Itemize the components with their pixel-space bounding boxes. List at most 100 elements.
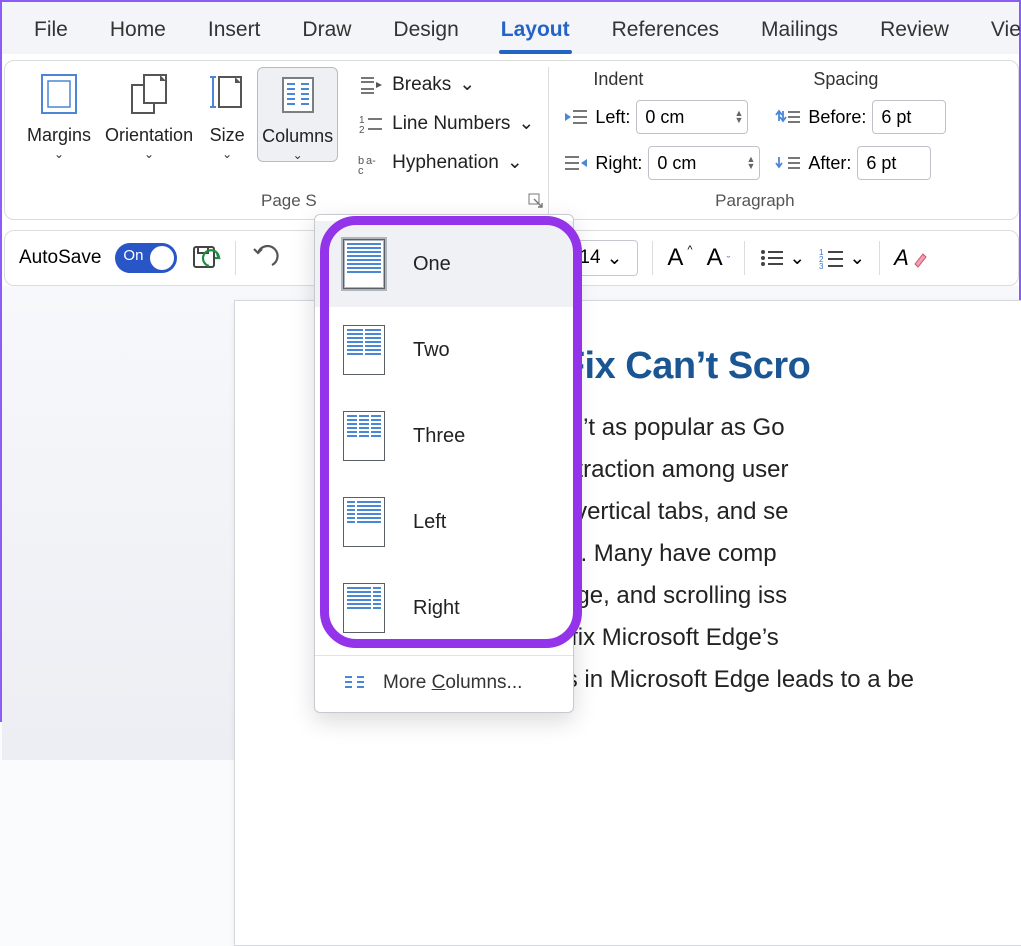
indent-right-value: 0 cm xyxy=(657,153,696,174)
columns-button[interactable]: Columns ⌄ xyxy=(257,67,338,162)
columns-option-label: One xyxy=(413,253,451,276)
columns-right-icon xyxy=(343,583,385,633)
tab-insert[interactable]: Insert xyxy=(206,14,263,52)
chevron-down-icon: ⌄ xyxy=(507,151,523,174)
separator xyxy=(744,241,745,275)
columns-option-two[interactable]: Two xyxy=(315,307,573,393)
separator xyxy=(235,241,236,275)
spinner-icon[interactable]: ▲▼ xyxy=(746,156,755,170)
chevron-down-icon: ⌄ xyxy=(789,247,805,270)
columns-option-label: Right xyxy=(413,597,460,620)
indent-heading: Indent xyxy=(593,69,643,90)
chevron-down-icon: ⌄ xyxy=(222,150,232,158)
increase-font-button[interactable]: A^ xyxy=(667,244,692,272)
chevron-down-icon: ⌄ xyxy=(607,247,623,270)
columns-option-left[interactable]: Left xyxy=(315,479,573,565)
orientation-label: Orientation xyxy=(105,125,193,146)
spacing-after-label: After: xyxy=(808,153,851,174)
ribbon-tabstrip: File Home Insert Draw Design Layout Refe… xyxy=(2,2,1019,54)
tab-view[interactable]: View xyxy=(989,14,1021,52)
chevron-down-icon: ⌄ xyxy=(54,150,64,158)
columns-more-option[interactable]: More Columns... xyxy=(315,656,573,712)
font-size-value: 14 xyxy=(579,247,600,269)
separator xyxy=(652,241,653,275)
chevron-down-icon: ⌄ xyxy=(459,73,475,96)
save-icon[interactable] xyxy=(191,244,221,272)
columns-option-label: Left xyxy=(413,511,446,534)
columns-option-label: Three xyxy=(413,425,465,448)
tab-layout[interactable]: Layout xyxy=(499,14,572,52)
svg-text:2: 2 xyxy=(359,125,365,135)
columns-option-right[interactable]: Right xyxy=(315,565,573,651)
tab-review[interactable]: Review xyxy=(878,14,951,52)
columns-option-one[interactable]: One xyxy=(315,221,573,307)
autosave-state: On xyxy=(123,247,143,264)
spinner-icon[interactable]: ▲▼ xyxy=(734,110,743,124)
columns-two-icon xyxy=(343,325,385,375)
paragraph-caption: Paragraph xyxy=(549,191,960,211)
spacing-before-input[interactable]: 6 pt xyxy=(872,100,946,134)
group-paragraph: Indent Spacing Left: 0 cm▲▼ Right: 0 cm▲… xyxy=(548,67,960,215)
indent-right-icon xyxy=(563,153,589,173)
spacing-after-icon xyxy=(774,153,802,173)
line-numbers-label: Line Numbers xyxy=(392,113,510,135)
indent-right-label: Right: xyxy=(595,153,642,174)
hyphenation-icon: ba-c xyxy=(358,152,384,174)
size-button[interactable]: Size ⌄ xyxy=(203,67,251,160)
margins-button[interactable]: Margins ⌄ xyxy=(23,67,95,160)
columns-option-three[interactable]: Three xyxy=(315,393,573,479)
columns-more-label: More Columns... xyxy=(383,672,522,694)
numbering-button[interactable]: 123⌄ xyxy=(819,247,865,270)
margins-icon xyxy=(36,71,82,117)
indent-left-icon xyxy=(563,107,589,127)
spacing-heading: Spacing xyxy=(813,69,878,90)
bullets-button[interactable]: ⌄ xyxy=(759,247,805,270)
svg-text:a-: a- xyxy=(366,155,376,167)
clear-formatting-button[interactable]: A xyxy=(894,245,927,271)
spacing-before-icon xyxy=(774,107,802,127)
autosave-label: AutoSave xyxy=(19,247,101,269)
columns-three-icon xyxy=(343,411,385,461)
spacing-after-input[interactable]: 6 pt xyxy=(857,146,931,180)
line-numbers-button[interactable]: 12 Line Numbers ⌄ xyxy=(352,108,540,139)
tab-design[interactable]: Design xyxy=(391,14,460,52)
decrease-font-button[interactable]: Aˬ xyxy=(707,244,731,272)
svg-text:c: c xyxy=(358,165,364,174)
more-columns-icon xyxy=(343,674,367,692)
group-page-setup: Margins ⌄ Orientation ⌄ Size ⌄ Columns ⌄ xyxy=(11,67,548,215)
size-label: Size xyxy=(210,125,245,146)
tab-references[interactable]: References xyxy=(610,14,721,52)
columns-left-icon xyxy=(343,497,385,547)
chevron-down-icon: ⌄ xyxy=(144,150,154,158)
tab-draw[interactable]: Draw xyxy=(300,14,353,52)
tab-file[interactable]: File xyxy=(32,14,70,52)
toggle-knob-icon xyxy=(150,246,174,270)
chevron-down-icon: ⌄ xyxy=(293,151,303,159)
autosave-toggle[interactable]: On xyxy=(115,243,177,273)
columns-one-icon xyxy=(343,239,385,289)
hyphenation-button[interactable]: ba-c Hyphenation ⌄ xyxy=(352,147,540,178)
tab-mailings[interactable]: Mailings xyxy=(759,14,840,52)
breaks-label: Breaks xyxy=(392,74,451,96)
breaks-button[interactable]: Breaks ⌄ xyxy=(352,69,540,100)
size-icon xyxy=(207,71,247,117)
line-numbers-icon: 12 xyxy=(358,113,384,135)
indent-right-input[interactable]: 0 cm ▲▼ xyxy=(648,146,760,180)
indent-left-label: Left: xyxy=(595,107,630,128)
chevron-down-icon: ⌄ xyxy=(518,112,534,135)
tab-home[interactable]: Home xyxy=(108,14,168,52)
undo-icon[interactable] xyxy=(250,245,280,271)
orientation-button[interactable]: Orientation ⌄ xyxy=(101,67,197,160)
page-setup-launcher-icon[interactable] xyxy=(528,193,544,209)
eraser-icon xyxy=(913,248,927,268)
indent-left-input[interactable]: 0 cm▲▼ xyxy=(636,100,748,134)
columns-icon xyxy=(275,72,321,118)
columns-option-label: Two xyxy=(413,339,450,362)
columns-dropdown-menu: One Two Three Left Right More Columns... xyxy=(314,214,574,713)
spacing-before-value: 6 pt xyxy=(881,107,911,128)
columns-label: Columns xyxy=(262,126,333,147)
orientation-icon xyxy=(126,71,172,117)
spacing-after-value: 6 pt xyxy=(866,153,896,174)
font-size-dropdown[interactable]: 14 ⌄ xyxy=(568,240,638,276)
page-setup-caption: Page S xyxy=(11,191,548,211)
